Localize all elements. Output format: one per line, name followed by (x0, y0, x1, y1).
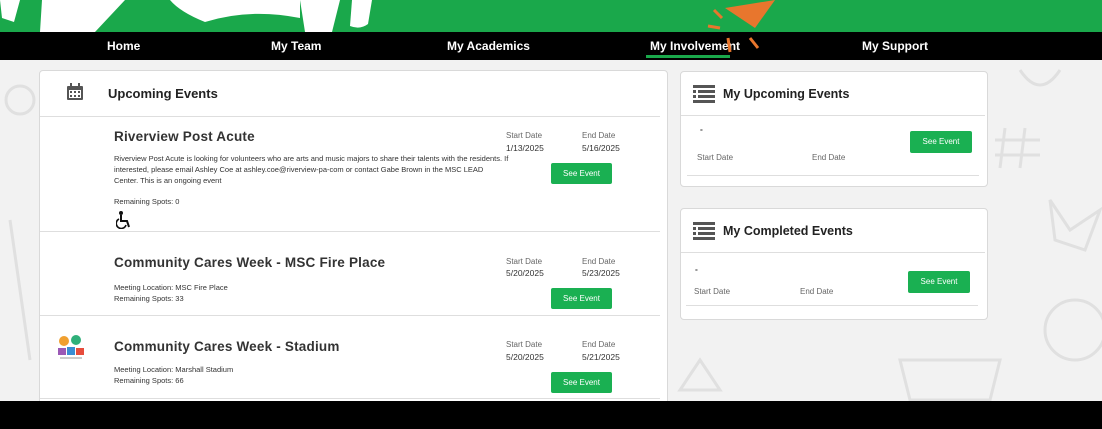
end-date-label: End Date (582, 257, 616, 266)
header-banner (0, 0, 1102, 32)
divider (681, 115, 985, 116)
divider (687, 175, 979, 176)
mascot-graphic (0, 0, 372, 32)
community-cares-logo-icon (58, 335, 84, 359)
start-date-value: 1/13/2025 (506, 143, 544, 153)
divider (40, 231, 660, 232)
my-upcoming-events-title: My Upcoming Events (723, 87, 850, 101)
event-title[interactable]: Riverview Post Acute (114, 129, 255, 144)
list-icon (693, 222, 715, 240)
end-date-label: End Date (582, 131, 616, 140)
end-date-label: End Date (812, 153, 846, 162)
start-date-value: 5/20/2025 (506, 268, 544, 278)
event-remaining-spots: Remaining Spots: 33 (114, 294, 184, 303)
calendar-icon (67, 83, 83, 100)
start-date-label: Start Date (694, 287, 731, 296)
event-placeholder-dash: - (700, 124, 703, 134)
event-remaining-spots: Remaining Spots: 0 (114, 197, 180, 206)
end-date-value: 5/16/2025 (582, 143, 620, 153)
event-remaining-spots: Remaining Spots: 66 (114, 376, 184, 385)
start-date-label: Start Date (697, 153, 734, 162)
event-placeholder-dash: - (695, 264, 698, 274)
nav-my-team[interactable]: My Team (271, 32, 321, 60)
bottom-bar (0, 401, 1102, 429)
event-title[interactable]: Community Cares Week - MSC Fire Place (114, 255, 385, 270)
upcoming-events-title: Upcoming Events (108, 86, 218, 101)
nav-my-support[interactable]: My Support (862, 32, 928, 60)
event-title[interactable]: Community Cares Week - Stadium (114, 339, 340, 354)
divider (40, 315, 660, 316)
end-date-label: End Date (582, 340, 616, 349)
highlight-burst-icon (707, 0, 775, 53)
start-date-label: Start Date (506, 257, 543, 266)
wheelchair-icon (116, 211, 130, 229)
start-date-label: Start Date (506, 340, 543, 349)
divider (686, 305, 978, 306)
end-date-label: End Date (800, 287, 834, 296)
see-event-button[interactable]: See Event (551, 372, 612, 393)
end-date-value: 5/21/2025 (582, 352, 620, 362)
list-icon (693, 85, 715, 103)
upcoming-events-panel (39, 70, 668, 412)
my-completed-events-title: My Completed Events (723, 224, 853, 238)
see-event-button[interactable]: See Event (910, 131, 972, 153)
nav-my-academics[interactable]: My Academics (447, 32, 530, 60)
main-nav: Home My Team My Academics My Involvement… (0, 32, 1102, 60)
see-event-button[interactable]: See Event (551, 288, 612, 309)
nav-home[interactable]: Home (107, 32, 140, 60)
start-date-label: Start Date (506, 131, 543, 140)
see-event-button[interactable]: See Event (908, 271, 970, 293)
divider (681, 252, 985, 253)
start-date-value: 5/20/2025 (506, 352, 544, 362)
end-date-value: 5/23/2025 (582, 268, 620, 278)
event-description: Riverview Post Acute is looking for volu… (114, 154, 509, 185)
event-location: Meeting Location: Marshall Stadium (114, 365, 234, 374)
divider (40, 116, 660, 117)
event-location: Meeting Location: MSC Fire Place (114, 283, 228, 292)
see-event-button[interactable]: See Event (551, 163, 612, 184)
divider (40, 398, 660, 399)
